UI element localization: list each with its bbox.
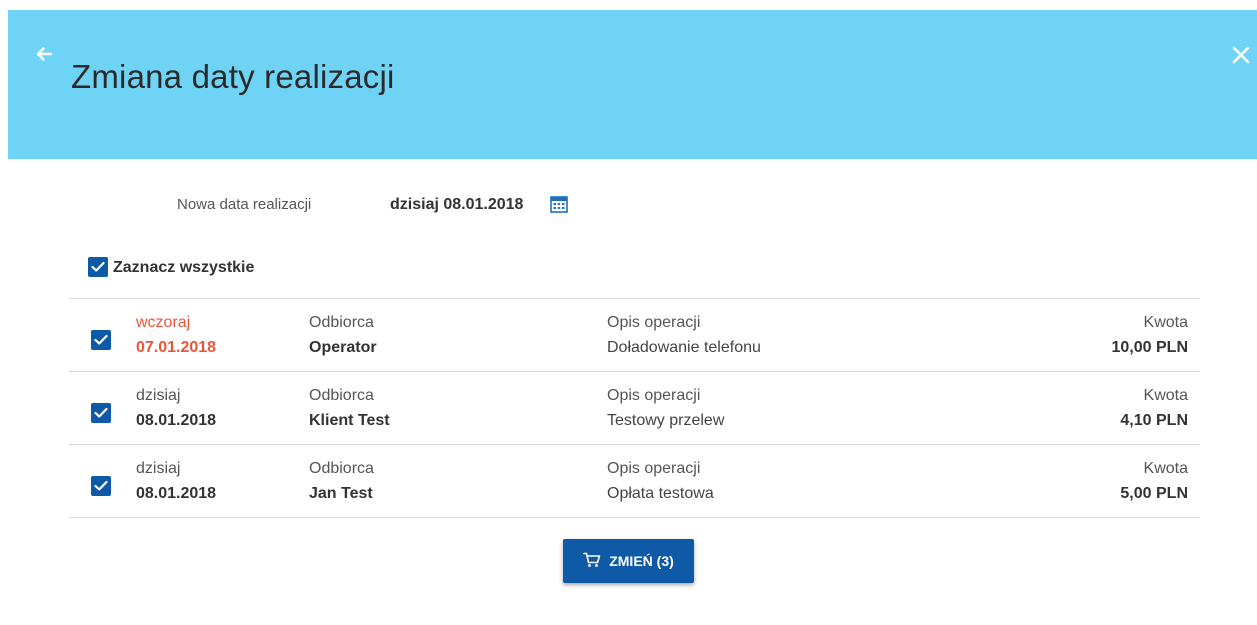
- row-checkbox[interactable]: [91, 403, 111, 423]
- date-label: Nowa data realizacji: [177, 196, 312, 213]
- cart-icon: [583, 552, 601, 571]
- amount-label: Kwota: [1143, 460, 1188, 477]
- transaction-date: 08.01.2018: [136, 485, 217, 502]
- transaction-date: 08.01.2018: [136, 412, 217, 429]
- transaction-row: dzisiaj 08.01.2018 Odbiorca Klient Test …: [69, 372, 1200, 445]
- recipient-name: Operator: [309, 339, 377, 356]
- description-text: Testowy przelew: [607, 412, 725, 429]
- description-label: Opis operacji: [607, 387, 701, 404]
- description-text: Opłata testowa: [607, 485, 714, 502]
- select-all-checkbox[interactable]: [88, 257, 108, 277]
- close-icon[interactable]: [1231, 45, 1251, 65]
- amount-value: 5,00 PLN: [1120, 485, 1188, 502]
- transaction-list: wczoraj 07.01.2018 Odbiorca Operator Opi…: [69, 298, 1200, 518]
- arrow-left-icon[interactable]: [34, 44, 54, 64]
- recipient-name: Klient Test: [309, 412, 390, 429]
- date-selector: Nowa data realizacji dzisiaj 08.01.2018: [0, 190, 1257, 220]
- recipient-label: Odbiorca: [309, 460, 374, 477]
- header-bar: Zmiana daty realizacji: [8, 10, 1257, 159]
- transaction-row: dzisiaj 08.01.2018 Odbiorca Jan Test Opi…: [69, 445, 1200, 518]
- date-value[interactable]: dzisiaj 08.01.2018: [390, 196, 523, 214]
- description-text: Doładowanie telefonu: [607, 339, 761, 356]
- amount-label: Kwota: [1143, 314, 1188, 331]
- transaction-date: 07.01.2018: [136, 339, 217, 356]
- day-label: wczoraj: [136, 314, 191, 331]
- day-label: dzisiaj: [136, 387, 181, 404]
- recipient-name: Jan Test: [309, 485, 373, 502]
- description-label: Opis operacji: [607, 460, 701, 477]
- description-label: Opis operacji: [607, 314, 701, 331]
- amount-value: 10,00 PLN: [1111, 339, 1188, 356]
- row-checkbox[interactable]: [91, 476, 111, 496]
- day-label: dzisiaj: [136, 460, 181, 477]
- recipient-label: Odbiorca: [309, 314, 374, 331]
- change-button[interactable]: ZMIEŃ (3): [563, 539, 694, 583]
- amount-label: Kwota: [1143, 387, 1188, 404]
- recipient-label: Odbiorca: [309, 387, 374, 404]
- row-checkbox[interactable]: [91, 330, 111, 350]
- transaction-row: wczoraj 07.01.2018 Odbiorca Operator Opi…: [69, 299, 1200, 372]
- change-button-label: ZMIEŃ (3): [609, 553, 674, 569]
- page-title: Zmiana daty realizacji: [71, 58, 395, 95]
- select-all-label: Zaznacz wszystkie: [113, 259, 255, 276]
- calendar-icon[interactable]: [549, 194, 569, 214]
- amount-value: 4,10 PLN: [1120, 412, 1188, 429]
